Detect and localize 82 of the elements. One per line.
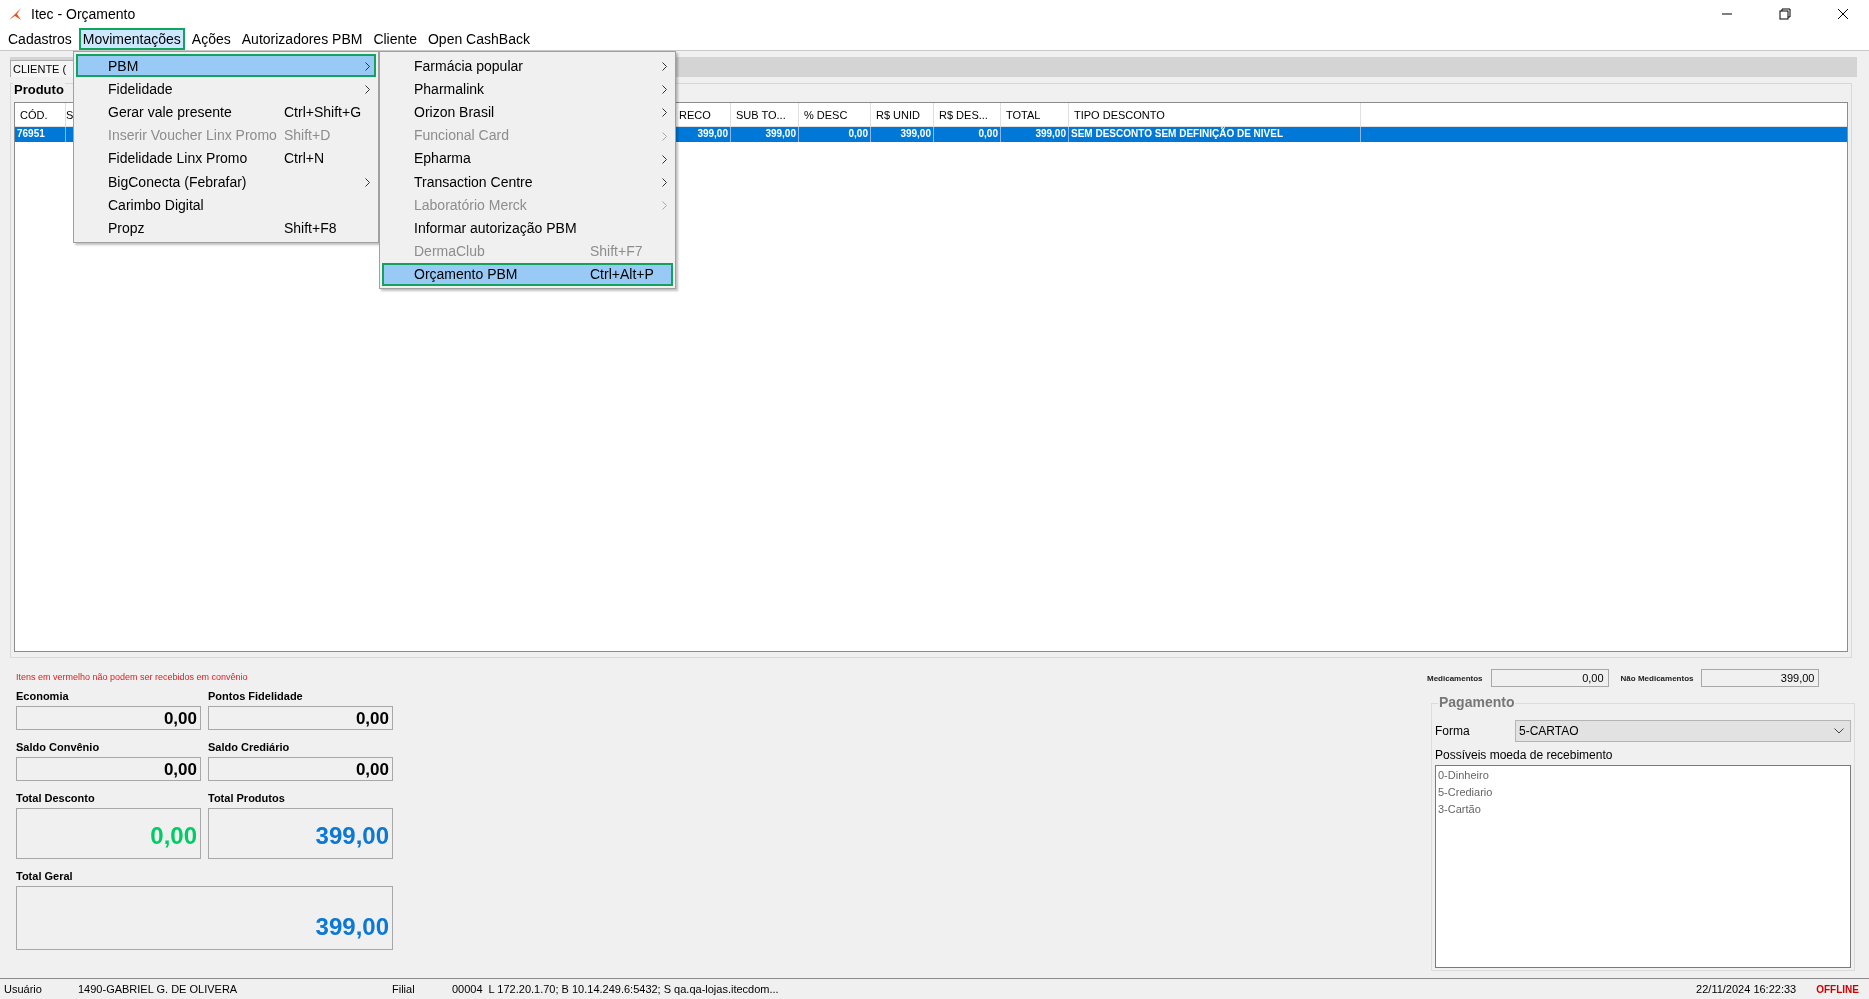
- chevron-right-icon: [662, 62, 667, 71]
- field-label: Não Medicamentos: [1620, 673, 1694, 683]
- field-label: Possíveis moeda de recebimento: [1435, 748, 1614, 762]
- menu-item[interactable]: Orçamento PBM Ctrl+Alt+P: [382, 262, 673, 286]
- restore-icon[interactable]: [1779, 8, 1791, 20]
- table-cell: 0,00: [799, 127, 871, 142]
- status-text: 00004: [452, 983, 483, 995]
- menu-item[interactable]: Carimbo Digital: [76, 193, 376, 217]
- total-label: Pontos Fidelidade: [208, 690, 304, 702]
- menu-item[interactable]: Fidelidade: [76, 77, 376, 101]
- chevron-right-icon: [662, 177, 667, 187]
- column-header[interactable]: TIPO DESCONTO: [1069, 103, 1361, 126]
- column-header[interactable]: % DESC: [799, 103, 871, 126]
- menu-item[interactable]: Epharma: [382, 146, 673, 170]
- group-title: Produto: [13, 82, 65, 97]
- menu-item[interactable]: Informar autorização PBM: [382, 216, 673, 240]
- total-label: Total Geral: [16, 870, 74, 882]
- menu-item[interactable]: Transaction Centre: [382, 169, 673, 194]
- menu-item[interactable]: Orizon Brasil: [382, 100, 673, 124]
- chevron-down-icon: [1834, 728, 1844, 734]
- chevron-right-icon: [365, 177, 370, 187]
- column-header[interactable]: R$ UNID: [871, 103, 934, 126]
- menu-bar-item[interactable]: Open CashBack: [424, 28, 534, 50]
- menu-bar-item[interactable]: Cliente: [369, 28, 421, 50]
- status-text: 1490-GABRIEL G. DE OLIVERA: [78, 983, 239, 995]
- total-field: 0,00: [208, 706, 393, 730]
- menu-bar-item[interactable]: Cadastros: [4, 28, 76, 50]
- total-field: 399,00: [16, 886, 393, 950]
- column-header[interactable]: TOTAL: [1001, 103, 1069, 126]
- status-text: Filial: [392, 983, 416, 995]
- chevron-right-icon: [662, 201, 667, 211]
- menu-item[interactable]: BigConecta (Febrafar): [76, 169, 376, 194]
- column-header[interactable]: CÓD.: [15, 103, 66, 126]
- chevron-right-icon: [662, 154, 667, 164]
- menu-bar-item[interactable]: Movimentações: [78, 28, 185, 50]
- total-field: 0,00: [16, 808, 201, 859]
- list-item[interactable]: 5-Crediario: [1438, 784, 1493, 801]
- menu-item[interactable]: Pharmalink: [382, 77, 673, 101]
- chevron-right-icon: [662, 131, 667, 141]
- table-cell: 399,00: [1001, 127, 1069, 142]
- total-field: 0,00: [16, 757, 201, 781]
- readonly-field: 399,00: [1701, 669, 1820, 687]
- list-item[interactable]: 3-Cartão: [1438, 801, 1481, 818]
- readonly-field: 0,00: [1490, 669, 1609, 687]
- chevron-right-icon: [662, 85, 667, 95]
- menu-bar-item[interactable]: Autorizadores PBM: [237, 28, 367, 50]
- menu-item[interactable]: Fidelidade Linx Promo Ctrl+N: [76, 146, 376, 170]
- table-cell: 399,00: [731, 127, 799, 142]
- total-label: Saldo Convênio: [16, 741, 101, 753]
- field-label: Forma: [1435, 724, 1471, 738]
- table-cell: 76951: [15, 127, 66, 142]
- status-text: Usuário: [4, 983, 43, 995]
- close-icon[interactable]: [1837, 8, 1849, 20]
- chevron-right-icon: [662, 108, 667, 118]
- payment-dropdown[interactable]: 5-CARTAO: [1515, 720, 1851, 742]
- menu-item[interactable]: Farmácia popular: [382, 54, 673, 78]
- total-label: Total Desconto: [16, 792, 96, 804]
- menu-bar-item[interactable]: Ações: [187, 28, 235, 50]
- total-label: Saldo Crediário: [208, 741, 291, 753]
- column-header[interactable]: R$ DES...: [934, 103, 1001, 126]
- chevron-right-icon: [365, 85, 370, 95]
- list-item[interactable]: 0-Dinheiro: [1438, 767, 1489, 784]
- column-header[interactable]: SUB TO...: [731, 103, 799, 126]
- chevron-right-icon: [365, 62, 370, 71]
- menu-item[interactable]: PBM: [76, 54, 376, 78]
- total-field: 0,00: [208, 757, 393, 781]
- total-label: Economia: [16, 690, 70, 702]
- table-cell: 399,00: [871, 127, 934, 142]
- window-title: Itec - Orçamento: [31, 6, 136, 22]
- group-title: Pagamento: [1438, 694, 1516, 710]
- total-label: Total Produtos: [208, 792, 286, 804]
- table-cell: 0,00: [934, 127, 1001, 142]
- offline-status: OFFLINE: [1816, 983, 1859, 995]
- menu-item[interactable]: Gerar vale presente Ctrl+Shift+G: [76, 100, 376, 124]
- total-field: 0,00: [16, 706, 201, 730]
- field-label: Medicamentos: [1427, 673, 1483, 683]
- menu-item[interactable]: Propz Shift+F8: [76, 216, 376, 240]
- table-cell: SEM DESCONTO SEM DEFINIÇÃO DE NIVEL: [1069, 127, 1361, 142]
- warning-text: Itens em vermelho não podem ser recebidos em convênio: [16, 672, 249, 682]
- total-field: 399,00: [208, 808, 393, 859]
- status-text: L 172.20.1.70; B 10.14.249.6:5432; S qa.qa-lojas.itecdom...: [488, 983, 779, 995]
- status-text: 22/11/2024 16:22:33: [1696, 983, 1797, 995]
